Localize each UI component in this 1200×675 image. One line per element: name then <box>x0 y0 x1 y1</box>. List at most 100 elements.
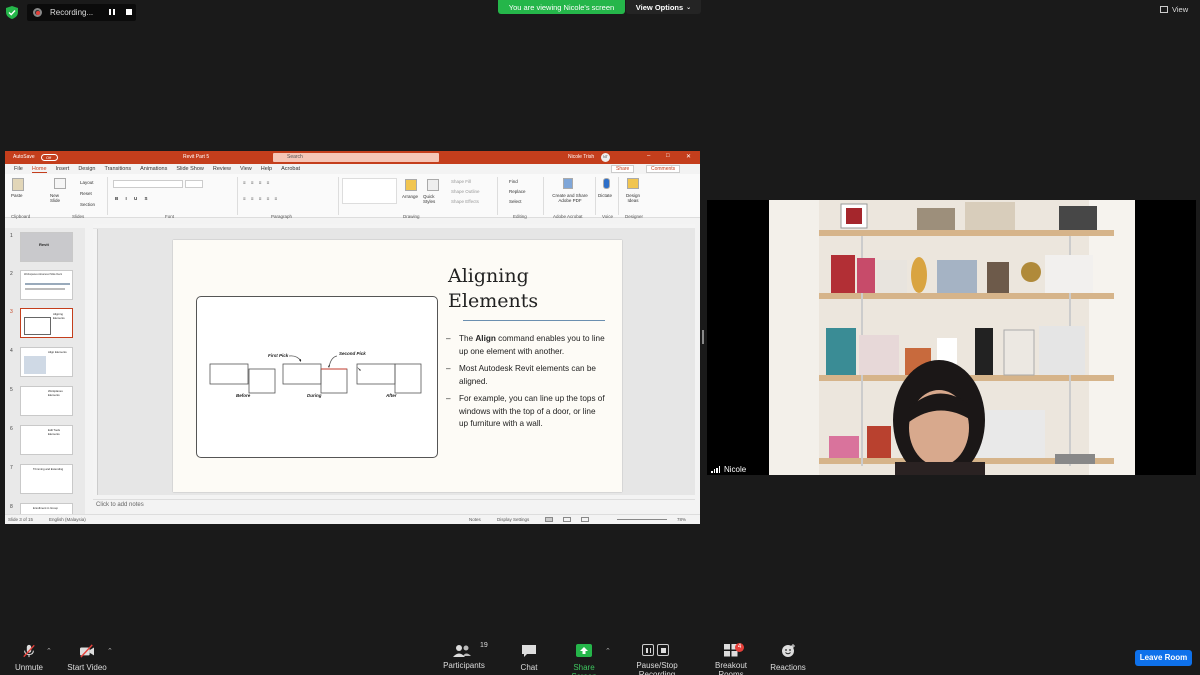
notes-toggle[interactable]: Notes <box>469 517 481 522</box>
shared-screen-powerpoint: AutoSave Off Revit Part 5 Search Nicole … <box>5 151 700 524</box>
start-video-button[interactable]: Start Video <box>66 644 108 672</box>
shape-fill-button[interactable]: Shape Fill <box>451 179 471 184</box>
language-status[interactable]: English (Malaysia) <box>49 517 86 522</box>
ppt-search-box[interactable]: Search <box>273 153 439 162</box>
pause-recording-icon[interactable] <box>109 9 115 15</box>
thumb-title: Workspaces Advanced Slide Deck <box>24 273 63 276</box>
microphone-icon[interactable] <box>603 178 610 189</box>
tab-file[interactable]: File <box>14 166 23 172</box>
select-button[interactable]: Select <box>509 199 522 204</box>
zoom-level[interactable]: 78% <box>677 517 686 522</box>
arrange-button[interactable]: Arrange <box>402 194 418 199</box>
current-slide[interactable]: Aligning Elements – The Align command en… <box>173 240 622 492</box>
maximize-icon[interactable]: □ <box>666 153 670 159</box>
unmute-button[interactable]: Unmute <box>12 644 46 672</box>
normal-view-icon[interactable] <box>545 517 553 522</box>
slide-thumbnail[interactable]: 7 Trimming and Extending <box>10 464 73 494</box>
minimize-icon[interactable]: – <box>647 153 650 159</box>
participants-button[interactable]: 19 Participants <box>442 642 488 670</box>
tab-slide-show[interactable]: Slide Show <box>176 166 204 172</box>
ppt-ribbon: Paste New Slide Layout Reset Section B I… <box>5 174 700 219</box>
dictate-button[interactable]: Dictate <box>598 193 612 198</box>
layout-button[interactable]: Layout <box>80 180 94 185</box>
muted-microphone-icon <box>23 644 35 658</box>
font-size-select[interactable] <box>185 180 203 188</box>
shape-outline-button[interactable]: Shape Outline <box>451 189 480 194</box>
replace-button[interactable]: Replace <box>509 189 526 194</box>
file-name[interactable]: Revit Part 5 <box>183 154 209 160</box>
slide-thumbnail[interactable]: 4 Align Elements <box>10 347 73 377</box>
notes-pane[interactable]: Click to add notes <box>93 499 695 511</box>
pause-stop-recording-button[interactable]: Pause/Stop Recording <box>618 644 696 675</box>
section-button[interactable]: Section <box>80 202 95 207</box>
slide-thumbnail[interactable]: 6 Edit Tools Elements <box>10 425 73 455</box>
tab-transitions[interactable]: Transitions <box>104 166 131 172</box>
shape-effects-button[interactable]: Shape Effects <box>451 199 479 204</box>
share-options-caret[interactable]: ⌃ <box>605 647 611 655</box>
meeting-toolbar: Unmute ⌃ Start Video ⌃ 19 Participants C… <box>0 640 1200 675</box>
create-pdf-button[interactable]: Create and Share Adobe PDF <box>547 193 593 203</box>
slide-thumbnail[interactable]: 1 Revit <box>10 232 73 262</box>
paste-button[interactable]: Paste <box>11 193 23 198</box>
autosave-toggle[interactable]: Off <box>41 154 58 161</box>
reading-view-icon[interactable] <box>581 517 589 522</box>
slide-thumbnail-pane: 1 Revit 2 Workspaces Advanced Slide Deck… <box>5 228 85 515</box>
participants-icon <box>453 645 471 657</box>
font-family-select[interactable] <box>113 180 183 188</box>
leave-room-button[interactable]: Leave Room <box>1135 650 1192 666</box>
quick-styles-button[interactable]: Quick Styles <box>423 194 443 204</box>
adobe-pdf-icon[interactable] <box>563 178 573 189</box>
security-shield-icon[interactable] <box>6 6 18 19</box>
zoom-slider[interactable] <box>617 519 667 520</box>
view-options-button[interactable]: View Options ⌄ <box>626 0 701 14</box>
paragraph-icons[interactable]: ≡ ≡ ≡ ≡ <box>243 180 271 185</box>
breakout-rooms-button[interactable]: 4 Breakout Rooms <box>702 643 760 675</box>
reactions-button[interactable]: Reactions <box>770 644 806 672</box>
slide-thumbnail[interactable]: 2 Workspaces Advanced Slide Deck <box>10 270 73 300</box>
tab-design[interactable]: Design <box>78 166 95 172</box>
tab-review[interactable]: Review <box>213 166 231 172</box>
view-button[interactable]: View <box>1160 5 1188 14</box>
tab-help[interactable]: Help <box>261 166 272 172</box>
align-icons[interactable]: ≡ ≡ ≡ ≡ ≡ <box>243 196 279 201</box>
design-ideas-button[interactable]: Design Ideas <box>625 193 641 203</box>
panel-resize-handle[interactable] <box>702 330 704 344</box>
close-icon[interactable]: ✕ <box>686 153 691 160</box>
tab-insert[interactable]: Insert <box>56 166 70 172</box>
new-slide-button[interactable]: New Slide <box>50 193 68 203</box>
reset-button[interactable]: Reset <box>80 191 92 196</box>
video-options-caret[interactable]: ⌃ <box>107 647 113 655</box>
slide-sorter-icon[interactable] <box>563 517 571 522</box>
tab-home[interactable]: Home <box>31 166 47 173</box>
display-settings-button[interactable]: Display Settings <box>497 517 529 522</box>
audio-options-caret[interactable]: ⌃ <box>46 647 52 655</box>
tab-animations[interactable]: Animations <box>140 166 167 172</box>
group-clipboard: Clipboard <box>11 214 31 219</box>
new-slide-icon[interactable] <box>54 178 66 189</box>
find-button[interactable]: Find <box>509 179 518 184</box>
tab-view[interactable]: View <box>240 166 252 172</box>
tab-acrobat[interactable]: Acrobat <box>281 166 300 172</box>
stop-recording-icon[interactable] <box>126 9 132 15</box>
comments-button[interactable]: Comments <box>646 165 681 173</box>
user-avatar[interactable]: NT <box>601 153 610 162</box>
recording-indicator: Recording... <box>27 4 136 21</box>
group-paragraph: Paragraph <box>271 214 293 219</box>
breakout-count-badge: 4 <box>735 643 744 652</box>
paste-icon[interactable] <box>12 178 24 191</box>
slide-thumbnail[interactable]: 5 Workplanes Elements <box>10 386 73 416</box>
chat-button[interactable]: Chat <box>516 644 542 672</box>
slide-bullets: – The Align command enables you to line … <box>446 333 606 436</box>
design-ideas-icon[interactable] <box>627 178 639 189</box>
arrange-icon[interactable] <box>405 179 417 191</box>
shapes-gallery[interactable] <box>342 178 397 204</box>
slide-thumbnail[interactable]: 3 Aligning Elements <box>10 308 73 338</box>
share-screen-button[interactable]: Share Screen <box>560 644 608 675</box>
share-button[interactable]: Share <box>611 165 635 173</box>
video-scene <box>769 200 1135 475</box>
chat-icon <box>522 645 536 657</box>
font-format-icons[interactable]: B I U S <box>115 196 151 201</box>
participant-video-tile[interactable]: Nicole <box>707 200 1196 475</box>
quick-styles-icon[interactable] <box>427 179 439 191</box>
group-font: Font <box>165 214 175 219</box>
